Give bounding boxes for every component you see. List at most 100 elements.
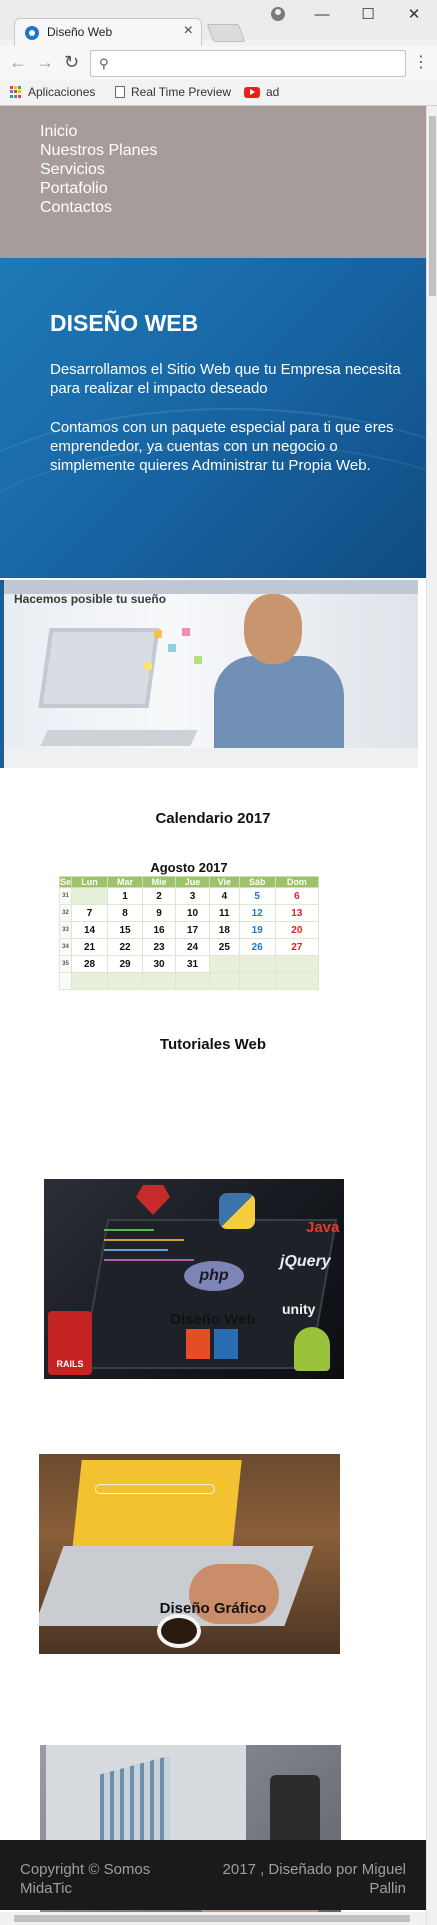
tutoriales-section-title: Tutoriales Web (159, 1036, 267, 1053)
java-logo-icon: Java (306, 1219, 340, 1236)
calendar-week-number: 33 (58, 921, 73, 939)
banner-desk (4, 748, 418, 768)
bookmark-label: ad (266, 85, 280, 99)
browser-tab[interactable]: Diseño Web × (14, 18, 202, 46)
calendar-day-cell: 14 (71, 921, 109, 939)
reload-icon[interactable]: ↻ (64, 52, 79, 73)
ruby-logo-icon (136, 1185, 170, 1215)
nav-link-inicio[interactable]: Inicio (40, 122, 426, 141)
search-icon: ⚲ (99, 56, 109, 71)
calendar-header-cell: Mar (107, 876, 144, 888)
forward-arrow-icon[interactable]: → (36, 52, 54, 73)
calendar-day-cell (71, 972, 109, 990)
calendar-day-cell: 4 (209, 887, 240, 905)
calendar-week-row (58, 972, 320, 990)
address-bar[interactable]: ⚲ (90, 50, 406, 77)
nav-link-nuestros-planes[interactable]: Nuestros Planes (40, 141, 426, 160)
calendar-day-cell: 6 (274, 887, 320, 905)
sticky-note-icon (144, 662, 152, 670)
calendar-week-number (58, 972, 73, 990)
calendar-week-row: 33 14 15 16 17 18 19 20 (58, 921, 320, 939)
nav-link-portafolio[interactable]: Portafolio (40, 179, 426, 198)
sticky-note-icon (194, 656, 202, 664)
css3-logo-icon (214, 1329, 238, 1359)
calendar-day-cell (71, 887, 109, 905)
calendar-day-cell (107, 972, 144, 990)
bookmark-ad[interactable]: ad (244, 85, 279, 99)
calendar-header-cell: Se (58, 876, 73, 888)
profile-icon[interactable] (271, 7, 285, 21)
monitor-illustration (38, 628, 160, 708)
calendar-day-cell: 11 (209, 904, 240, 922)
bookmark-real-time-preview[interactable]: Real Time Preview (115, 85, 231, 99)
maximize-icon[interactable]: ☐ (345, 5, 391, 23)
main-nav: Inicio Nuestros Planes Servicios Portafo… (0, 106, 426, 258)
person-illustration (214, 594, 344, 768)
code-line (104, 1229, 154, 1231)
page-viewport: Inicio Nuestros Planes Servicios Portafo… (0, 106, 426, 1925)
browser-chrome: Diseño Web × — ☐ ✕ ← → ↻ ⚲ ⋮ Aplicacione… (0, 0, 437, 106)
person-head (244, 594, 302, 664)
calendar-day-cell: 26 (238, 938, 276, 956)
nav-link-contactos[interactable]: Contactos (40, 198, 426, 217)
calendar-day-cell: 22 (107, 938, 144, 956)
calendar-week-row: 35 28 29 30 31 (58, 955, 320, 973)
calendar-day-cell: 19 (238, 921, 276, 939)
calendar-day-cell: 13 (274, 904, 320, 922)
scrollbar-thumb[interactable] (429, 116, 436, 296)
calendar-day-cell: 28 (71, 955, 109, 973)
horizontal-scrollbar[interactable] (0, 1912, 426, 1925)
calendar-week-number: 32 (58, 904, 73, 922)
hero-section: DISEÑO WEB Desarrollamos el Sitio Web qu… (0, 258, 426, 578)
calendar-header-cell: Dom (274, 876, 320, 888)
calendar-day-cell: 1 (107, 887, 144, 905)
calendar-week-row: 32 7 8 9 10 11 12 13 (58, 904, 320, 922)
vertical-scrollbar[interactable] (426, 106, 437, 1925)
hero-title: DISEÑO WEB (50, 310, 199, 336)
sticky-note-icon (182, 628, 190, 636)
calendar-day-cell: 3 (175, 887, 211, 905)
calendar-day-cell: 16 (142, 921, 177, 939)
calendar-section-title: Calendario 2017 (155, 810, 271, 827)
calendar-day-cell (142, 972, 177, 990)
nav-link-servicios[interactable]: Servicios (40, 160, 426, 179)
python-logo-icon (219, 1193, 255, 1229)
site-favicon-icon (25, 26, 39, 40)
page-footer: Copyright © Somos MidaTic 2017 , Diseñad… (0, 1840, 426, 1910)
calendar-day-cell (238, 972, 276, 990)
calendar-header-cell: Lun (71, 876, 109, 888)
youtube-icon (244, 86, 260, 98)
browser-menu-icon[interactable]: ⋮ (413, 52, 429, 72)
tab-close-icon[interactable]: × (184, 22, 193, 40)
sticky-note-icon (154, 630, 162, 638)
calendar-header-row: Se Lun Mar Mie Jue Vie Sáb Dom (58, 876, 320, 888)
calendar-day-cell (274, 955, 320, 973)
calendar-month-title: Agosto 2017 (150, 860, 228, 875)
calendar-day-cell: 23 (142, 938, 177, 956)
bookmark-apps[interactable]: Aplicaciones (10, 85, 95, 99)
screen-text-field (95, 1484, 215, 1494)
tutoriales-web-image: php Java jQuery unity RAILS (44, 1179, 344, 1379)
bookmarks-bar: Aplicaciones Real Time Preview ad (0, 82, 437, 104)
new-tab-button[interactable] (206, 24, 246, 42)
calendar-week-number: 34 (58, 938, 73, 956)
diseno-web-section-title: Diseño Web (170, 1311, 256, 1328)
keyboard-illustration (40, 730, 198, 746)
footer-credits: 2017 , Diseñado por Miguel Pallin (222, 1861, 406, 1897)
banner-image: Hacemos posible tu sueño (0, 580, 418, 768)
minimize-icon[interactable]: — (299, 6, 345, 23)
calendar-day-cell: 5 (238, 887, 276, 905)
back-arrow-icon[interactable]: ← (9, 52, 27, 73)
calendar-day-cell: 8 (107, 904, 144, 922)
diseno-web-image (39, 1454, 340, 1654)
calendar-day-cell: 27 (274, 938, 320, 956)
address-input[interactable] (119, 54, 399, 73)
horizontal-scrollbar-thumb[interactable] (14, 1915, 410, 1922)
browser-toolbar: ← → ↻ ⚲ ⋮ (0, 46, 437, 80)
hero-paragraph: Contamos con un paquete especial para ti… (50, 419, 394, 474)
calendar-day-cell: 18 (209, 921, 240, 939)
calendar-day-cell: 24 (175, 938, 211, 956)
sticky-note-icon (168, 644, 176, 652)
hero-paragraph: Desarrollamos el Sitio Web que tu Empres… (50, 361, 401, 397)
close-window-icon[interactable]: ✕ (391, 5, 437, 23)
